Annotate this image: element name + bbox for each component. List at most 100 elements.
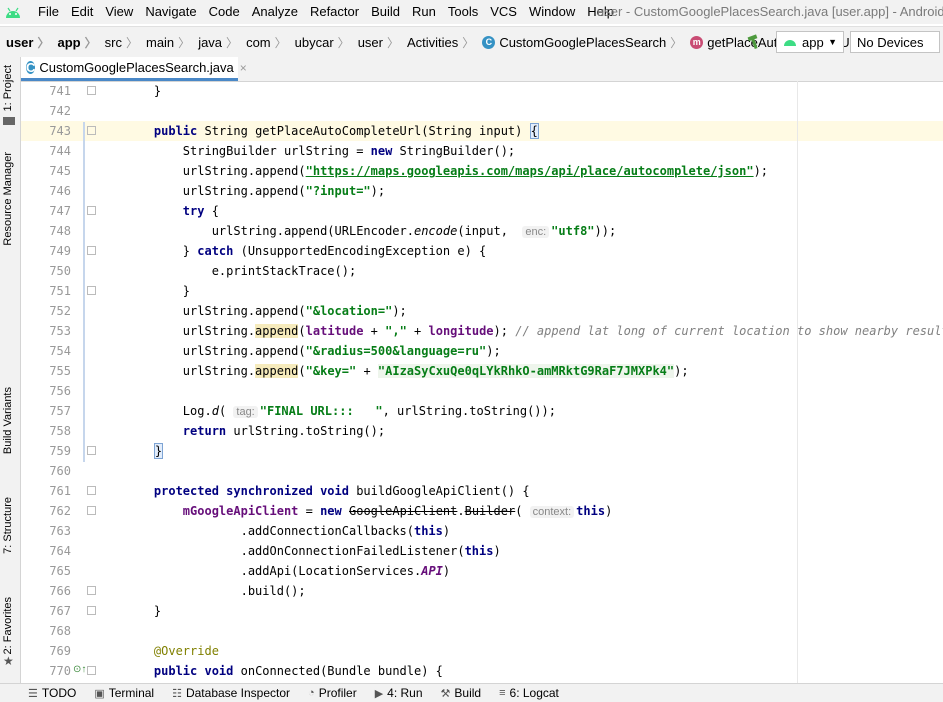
breadcrumb-user[interactable]: user 〉 xyxy=(0,34,51,51)
menu-edit[interactable]: Edit xyxy=(65,0,99,24)
run-tab[interactable]: ▶ 4: Run xyxy=(375,686,423,700)
database-inspector-tab[interactable]: ☷ Database Inspector xyxy=(172,686,290,700)
fold-marker-icon[interactable] xyxy=(87,446,96,455)
line-number: 763 xyxy=(49,524,71,538)
breadcrumb-com[interactable]: com 〉 xyxy=(240,34,289,51)
fold-marker-icon[interactable] xyxy=(87,126,96,135)
menu-run[interactable]: Run xyxy=(406,0,442,24)
line-number: 750 xyxy=(49,264,71,278)
right-margin-guide xyxy=(797,81,798,683)
code-line: 765 .addApi(LocationServices.API) xyxy=(21,561,943,581)
line-number: 758 xyxy=(49,424,71,438)
code-line: 753 urlString.append(latitude + "," + lo… xyxy=(21,321,943,341)
build-variants-tab[interactable]: Build Variants xyxy=(2,387,14,454)
editor-tab-label: CustomGooglePlacesSearch.java xyxy=(39,60,234,75)
build-tab[interactable]: ⚒ Build xyxy=(441,686,482,700)
menu-file[interactable]: File xyxy=(32,0,65,24)
close-icon[interactable]: × xyxy=(240,61,247,75)
code-line: 751 } xyxy=(21,281,943,301)
line-number: 767 xyxy=(49,604,71,618)
code-line: 747 try { xyxy=(21,201,943,221)
fold-marker-icon[interactable] xyxy=(87,246,96,255)
menu-refactor[interactable]: Refactor xyxy=(304,0,365,24)
android-icon xyxy=(784,40,796,46)
line-number: 761 xyxy=(49,484,71,498)
code-editor[interactable]: 741 } 742 743 public String getPlaceAuto… xyxy=(21,81,943,683)
code-line: 759 } xyxy=(21,441,943,461)
code-line: 741 } xyxy=(21,81,943,101)
logcat-tab[interactable]: ≡ 6: Logcat xyxy=(499,686,559,700)
code-line: 762 mGoogleApiClient = new GoogleApiClie… xyxy=(21,501,943,521)
line-number: 742 xyxy=(49,104,71,118)
list-icon: ☰ xyxy=(28,687,38,700)
string-literal: "&radius=500&language=ru" xyxy=(305,344,487,358)
code-line: 744 StringBuilder urlString = new String… xyxy=(21,141,943,161)
string-literal: "FINAL URL::: " xyxy=(259,404,383,418)
resource-manager-tab[interactable]: Resource Manager xyxy=(2,152,14,246)
code-line: 745 urlString.append("https://maps.googl… xyxy=(21,161,943,181)
breadcrumb-src[interactable]: src 〉 xyxy=(99,34,140,51)
todo-tab[interactable]: ☰ TODO xyxy=(28,686,76,700)
code-line: 769 @Override xyxy=(21,641,943,661)
fold-marker-icon[interactable] xyxy=(87,666,96,675)
code-line: 764 .addOnConnectionFailedListener(this) xyxy=(21,541,943,561)
line-number: 744 xyxy=(49,144,71,158)
string-literal: "?input=" xyxy=(305,184,371,198)
breadcrumb-ubycar[interactable]: ubycar 〉 xyxy=(289,34,352,51)
breadcrumb-user-pkg[interactable]: user 〉 xyxy=(352,34,401,51)
line-number: 760 xyxy=(49,464,71,478)
breadcrumb-activities[interactable]: Activities 〉 xyxy=(401,34,476,51)
editor-tab[interactable]: C CustomGooglePlacesSearch.java × xyxy=(20,57,247,81)
breadcrumb-label: com xyxy=(246,34,271,50)
menu-navigate[interactable]: Navigate xyxy=(139,0,202,24)
menu-vcs[interactable]: VCS xyxy=(484,0,523,24)
breadcrumb-java[interactable]: java 〉 xyxy=(192,34,240,51)
code-comment: // append lat long of current location t… xyxy=(515,324,943,338)
terminal-tab[interactable]: ▣ Terminal xyxy=(94,686,154,700)
device-select[interactable]: No Devices xyxy=(850,31,940,53)
line-number: 762 xyxy=(49,504,71,518)
breadcrumb-app[interactable]: app 〉 xyxy=(51,34,98,51)
line-number: 764 xyxy=(49,544,71,558)
line-number: 752 xyxy=(49,304,71,318)
editor-tab-bar: C CustomGooglePlacesSearch.java × xyxy=(20,57,943,82)
menu-tools[interactable]: Tools xyxy=(442,0,484,24)
terminal-icon: ▣ xyxy=(94,687,105,700)
structure-tab[interactable]: 7: Structure xyxy=(2,497,14,554)
fold-marker-icon[interactable] xyxy=(87,506,96,515)
chevron-down-icon: ▼ xyxy=(828,37,837,47)
build-hammer-icon[interactable] xyxy=(746,34,764,50)
menu-view[interactable]: View xyxy=(99,0,139,24)
database-label: Database Inspector xyxy=(185,686,291,700)
string-literal: "&key=" xyxy=(305,364,357,378)
fold-marker-icon[interactable] xyxy=(87,86,96,95)
breadcrumb-label: src xyxy=(104,34,122,50)
param-hint: tag: xyxy=(233,406,258,418)
code-line: 743 public String getPlaceAutoCompleteUr… xyxy=(21,121,943,141)
fold-marker-icon[interactable] xyxy=(87,606,96,615)
menu-code[interactable]: Code xyxy=(203,0,246,24)
override-gutter-icon[interactable]: ⊙↑ xyxy=(73,664,86,675)
tool-window-bar: ☰ TODO ▣ Terminal ☷ Database Inspector ◔ Pro… xyxy=(0,683,943,702)
favorites-tab[interactable]: 2: Favorites xyxy=(2,597,14,654)
scope-indicator xyxy=(83,122,85,462)
code-line: 749 } catch (UnsupportedEncodingExceptio… xyxy=(21,241,943,261)
menu-build[interactable]: Build xyxy=(365,0,406,24)
code-line: 752 urlString.append("&location="); xyxy=(21,301,943,321)
breadcrumb-label: main xyxy=(145,34,175,50)
logcat-icon: ≡ xyxy=(499,687,506,699)
method-icon: m xyxy=(690,35,704,49)
run-config-select[interactable]: app ▼ xyxy=(776,31,844,53)
code-line: 761 protected synchronized void buildGoo… xyxy=(21,481,943,501)
fold-marker-icon[interactable] xyxy=(87,206,96,215)
profiler-tab[interactable]: ◔ Profiler xyxy=(308,686,357,700)
breadcrumb-class[interactable]: C CustomGooglePlacesSearch 〉 xyxy=(476,34,684,51)
line-number: 754 xyxy=(49,344,71,358)
fold-marker-icon[interactable] xyxy=(87,486,96,495)
menu-window[interactable]: Window xyxy=(523,0,581,24)
fold-marker-icon[interactable] xyxy=(87,586,96,595)
fold-marker-icon[interactable] xyxy=(87,286,96,295)
menu-analyze[interactable]: Analyze xyxy=(246,0,304,24)
project-tool-tab[interactable]: 1: Project xyxy=(2,65,14,111)
breadcrumb-main[interactable]: main 〉 xyxy=(140,34,192,51)
